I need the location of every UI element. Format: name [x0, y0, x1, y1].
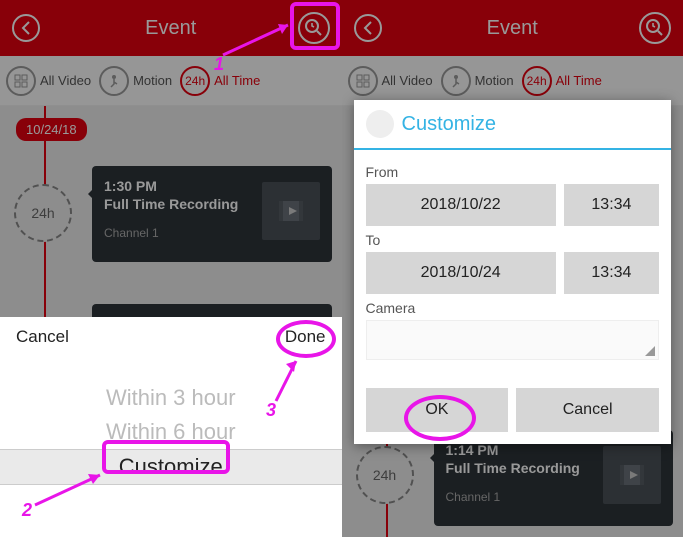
- to-date-field[interactable]: 2018/10/24: [366, 252, 556, 294]
- camera-label: Camera: [366, 300, 660, 316]
- ok-button[interactable]: OK: [366, 388, 509, 432]
- cancel-button[interactable]: Cancel: [516, 388, 659, 432]
- from-label: From: [366, 164, 660, 180]
- cancel-button[interactable]: Cancel: [16, 327, 69, 347]
- picker-row[interactable]: Within 3 hour: [0, 381, 342, 415]
- from-date-field[interactable]: 2018/10/22: [366, 184, 556, 226]
- modal-overlay: [0, 0, 342, 317]
- customize-dialog: Customize From 2018/10/22 13:34 To 2018/…: [354, 100, 672, 444]
- dialog-title: Customize: [402, 113, 496, 136]
- picker-row-selected[interactable]: Customize: [0, 449, 342, 485]
- right-screen: Event All Video Motion 24h All Time 24h: [342, 0, 683, 537]
- to-label: To: [366, 232, 660, 248]
- to-time-field[interactable]: 13:34: [564, 252, 659, 294]
- dialog-icon: [366, 110, 394, 138]
- left-screen: Event All Video Motion 24h All Time 10/2…: [0, 0, 342, 537]
- from-time-field[interactable]: 13:34: [564, 184, 659, 226]
- done-button[interactable]: Done: [285, 327, 326, 347]
- picker-wheel[interactable]: Within 3 hour Within 6 hour Customize: [0, 381, 342, 485]
- camera-field[interactable]: [366, 320, 660, 360]
- time-picker-sheet: Cancel Done Within 3 hour Within 6 hour …: [0, 317, 342, 537]
- dialog-title-bar: Customize: [354, 100, 672, 150]
- picker-row[interactable]: Within 6 hour: [0, 415, 342, 449]
